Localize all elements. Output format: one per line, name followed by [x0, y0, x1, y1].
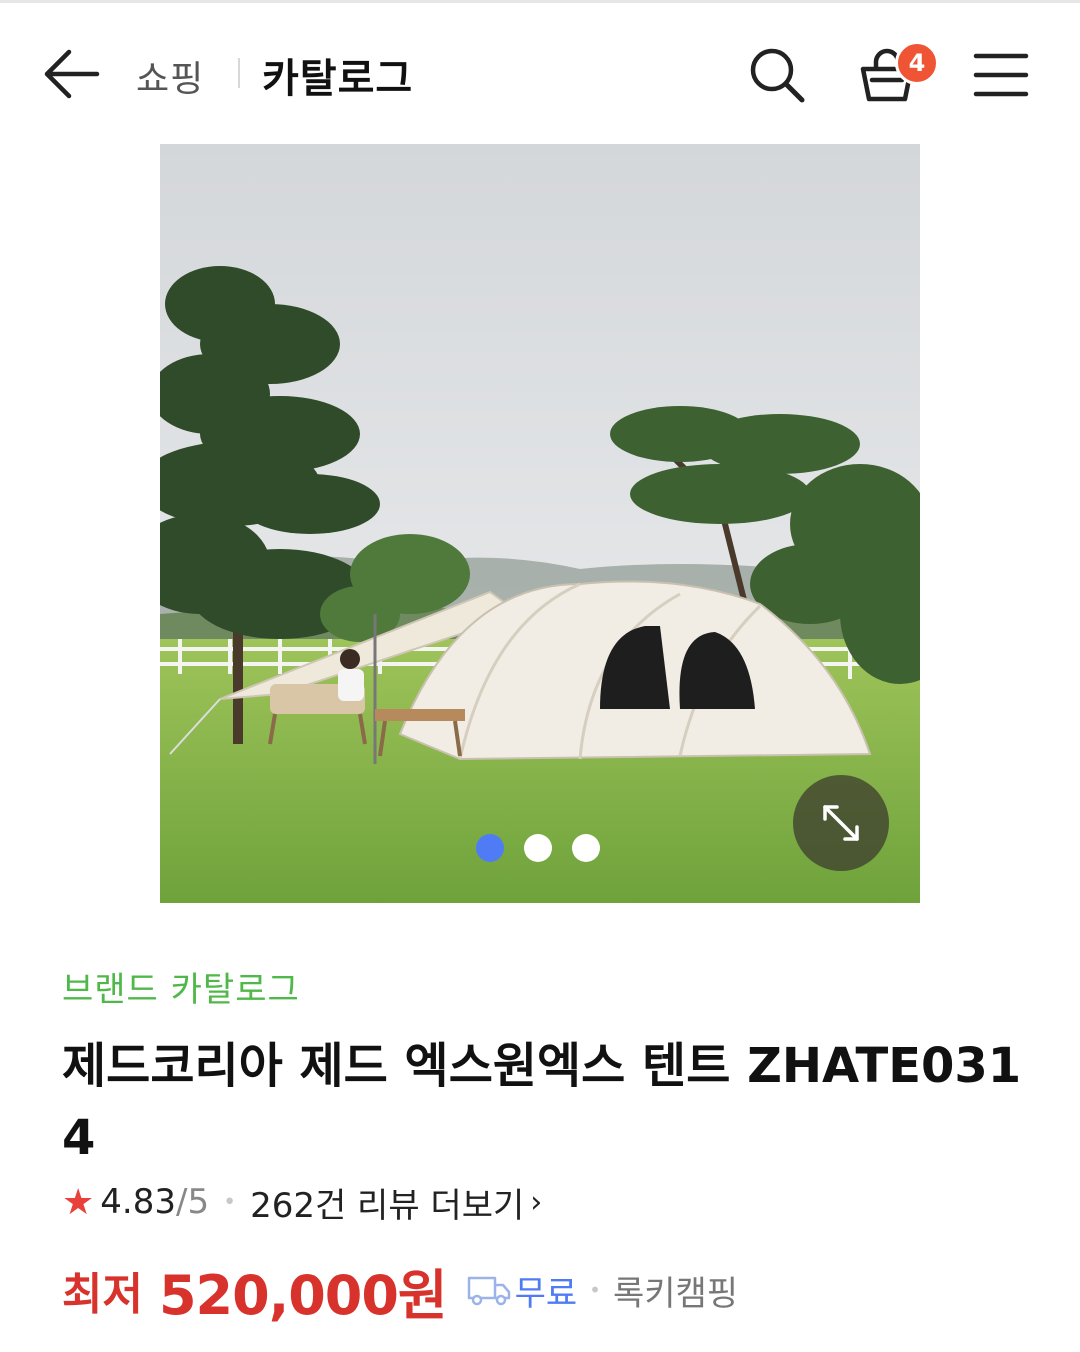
- shipping-fee: 무료: [514, 1273, 578, 1314]
- rating-value: 4.83: [100, 1182, 176, 1222]
- expand-diagonal-icon: [823, 805, 859, 841]
- delivery-truck-icon: [467, 1274, 511, 1306]
- hamburger-menu-icon: [973, 53, 1029, 97]
- search-button[interactable]: [742, 40, 812, 110]
- brand-catalog-link[interactable]: 브랜드 카탈로그: [62, 962, 300, 1011]
- rating-row: ★ 4.83 /5 • 262건 리뷰 더보기 ›: [62, 1178, 542, 1226]
- price-label: 최저: [62, 1269, 143, 1320]
- status-divider: [0, 0, 1080, 3]
- search-icon: [750, 48, 805, 103]
- separator-dot: •: [589, 1278, 601, 1302]
- carousel-pagination: [476, 834, 600, 862]
- product-title: 제드코리아 제드 엑스원엑스 텐트 ZHATE0314: [62, 1038, 1022, 1166]
- menu-button[interactable]: [966, 40, 1036, 110]
- review-more-link[interactable]: 262건 리뷰 더보기: [250, 1178, 524, 1227]
- product-image-carousel[interactable]: [160, 144, 920, 903]
- chevron-right-icon: ›: [530, 1184, 543, 1220]
- lowest-price: 520,000원: [158, 1263, 448, 1327]
- carousel-dot-1[interactable]: [476, 834, 504, 862]
- price-row: 최저 520,000원 무료 • 록키캠핑: [62, 1258, 738, 1327]
- top-app-bar: 쇼핑 카탈로그 4: [0, 0, 1080, 140]
- rating-max: /5: [175, 1182, 210, 1222]
- breadcrumb-shopping-link[interactable]: 쇼핑: [136, 50, 204, 102]
- carousel-dot-3[interactable]: [572, 834, 600, 862]
- star-icon: ★: [62, 1181, 95, 1223]
- carousel-dot-2[interactable]: [524, 834, 552, 862]
- seller-name[interactable]: 록키캠핑: [613, 1266, 738, 1315]
- page-title: 카탈로그: [262, 56, 414, 102]
- expand-image-button[interactable]: [793, 775, 889, 871]
- back-button[interactable]: [40, 44, 104, 104]
- breadcrumb-divider: [238, 58, 240, 88]
- back-arrow-icon: [44, 49, 100, 99]
- separator-dot: •: [223, 1189, 237, 1215]
- cart-count-badge: 4: [895, 41, 939, 85]
